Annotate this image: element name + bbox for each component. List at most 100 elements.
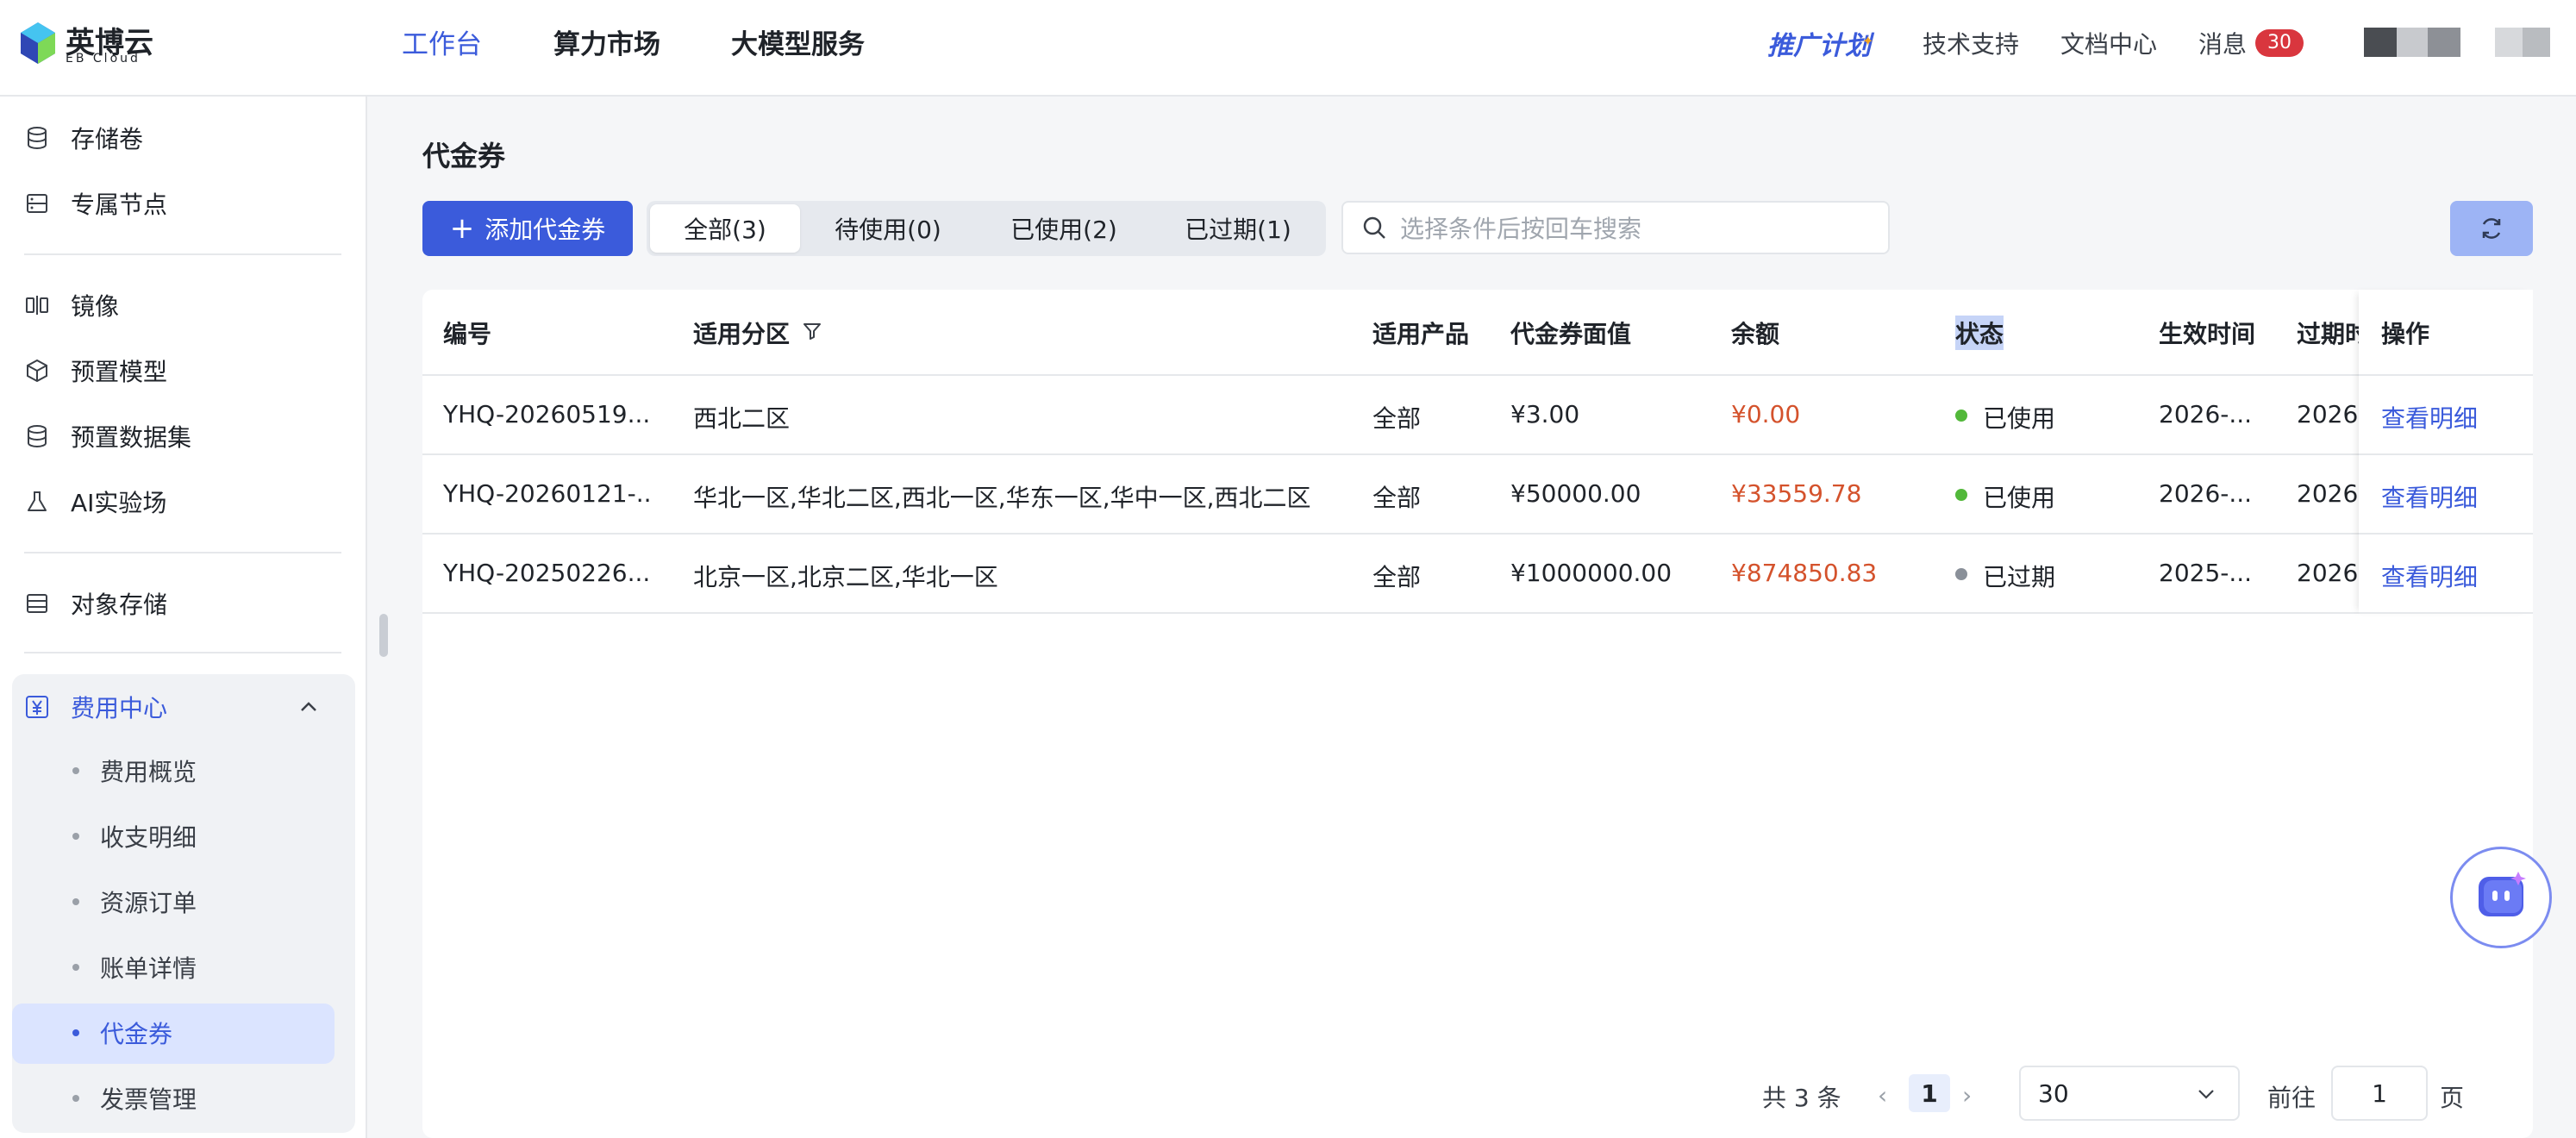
cell-status: 已使用 xyxy=(1983,484,2056,512)
cell-expire-time: 2026- xyxy=(2297,559,2359,587)
page-suffix: 页 xyxy=(2440,1084,2465,1112)
sidebar-item-label: 费用中心 xyxy=(71,694,168,722)
cube-icon xyxy=(27,359,47,383)
bullet-dot xyxy=(72,964,79,971)
page-number-button[interactable]: 1 xyxy=(1909,1074,1950,1112)
chevron-down-icon xyxy=(2198,1090,2214,1099)
sidebar-subitem-vouchers[interactable]: 代金券 xyxy=(72,1007,331,1059)
sidebar-subitem-label: 收支明细 xyxy=(100,823,197,852)
page-size-value: 30 xyxy=(2038,1079,2069,1108)
mirror-icon xyxy=(26,296,48,315)
sidebar-item-preset-datasets[interactable]: 预置数据集 xyxy=(24,410,343,462)
sidebar-subitem-transactions[interactable]: 收支明细 xyxy=(72,810,331,862)
goto-page-input[interactable] xyxy=(2331,1066,2428,1121)
sidebar-resize-handle[interactable] xyxy=(379,614,388,657)
page-title: 代金券 xyxy=(422,140,506,172)
sidebar-item-volumes[interactable]: 存储卷 xyxy=(24,112,343,164)
brand-name-en: EB Cloud xyxy=(66,52,141,66)
cell-regions: 华北一区,华北二区,西北一区,华东一区,华中一区,西北二区 xyxy=(693,484,1311,512)
view-details-link[interactable]: 查看明细 xyxy=(2381,479,2478,514)
messages-link[interactable]: 消息 xyxy=(2198,26,2247,60)
sidebar-item-fee-center[interactable]: 费用中心 xyxy=(24,681,335,733)
column-header-id: 编号 xyxy=(443,320,492,348)
database-icon xyxy=(28,425,47,448)
sidebar-item-label: AI实验场 xyxy=(71,489,167,517)
cell-product: 全部 xyxy=(1372,404,1422,433)
row-divider xyxy=(422,533,2533,535)
chevron-up-icon[interactable] xyxy=(297,695,321,719)
cell-id: YHQ-20260121-... xyxy=(443,479,650,508)
sidebar-subitem-label: 账单详情 xyxy=(100,954,197,983)
sidebar-item-label: 预置数据集 xyxy=(71,423,192,452)
column-header-expire-time: 过期时 xyxy=(2297,320,2359,348)
search-input[interactable] xyxy=(1398,204,1876,253)
tech-support-link[interactable]: 技术支持 xyxy=(1923,26,2019,60)
column-header-actions: 操作 xyxy=(2381,320,2430,348)
sidebar-item-ai-lab[interactable]: AI实验场 xyxy=(24,476,343,528)
column-header-regions: 适用分区 xyxy=(693,320,791,348)
user-avatar[interactable] xyxy=(2364,28,2460,57)
nav-compute-market[interactable]: 算力市场 xyxy=(553,22,660,61)
sidebar-item-label: 专属节点 xyxy=(71,191,168,219)
docs-center-link[interactable]: 文档中心 xyxy=(2060,26,2157,60)
database-icon xyxy=(28,127,47,150)
plus-icon: + xyxy=(449,211,475,246)
nav-llm-service[interactable]: 大模型服务 xyxy=(731,22,865,61)
sidebar-subitem-orders[interactable]: 资源订单 xyxy=(72,876,331,928)
add-voucher-label: 添加代金券 xyxy=(485,216,606,244)
header-divider xyxy=(2359,374,2533,376)
refresh-button[interactable] xyxy=(2450,201,2533,256)
storage-icon xyxy=(27,594,47,613)
cell-regions: 北京一区,北京二区,华北一区 xyxy=(693,563,998,591)
cell-start-time: 2025-... xyxy=(2159,559,2253,587)
cell-id: YHQ-20260519... xyxy=(443,400,650,428)
column-header-start-time: 生效时间 xyxy=(2159,320,2256,348)
bullet-dot xyxy=(72,898,79,905)
cell-expire-time: 2026- xyxy=(2297,479,2359,508)
sidebar-item-label: 存储卷 xyxy=(71,125,144,153)
status-dot-used xyxy=(1955,409,1967,425)
cell-face-value: ¥50000.00 xyxy=(1510,479,1641,508)
user-name-masked[interactable] xyxy=(2495,28,2550,57)
sidebar-item-images[interactable]: 镜像 xyxy=(24,279,343,331)
sidebar-divider xyxy=(24,253,341,255)
tab-pending[interactable]: 待使用(0) xyxy=(807,204,969,253)
cell-start-time: 2026-... xyxy=(2159,479,2253,508)
sidebar-item-dedicated-nodes[interactable]: 专属节点 xyxy=(24,178,343,229)
sidebar-subitem-invoices[interactable]: 发票管理 xyxy=(72,1072,331,1124)
search-icon xyxy=(1363,216,1385,239)
cell-status: 已使用 xyxy=(1983,404,2056,433)
row-divider xyxy=(422,612,2533,614)
sidebar-item-preset-models[interactable]: 预置模型 xyxy=(24,345,343,397)
cell-balance: ¥874850.83 xyxy=(1731,559,1878,587)
cell-product: 全部 xyxy=(1372,484,1422,512)
pagination-total: 共 3 条 xyxy=(1762,1084,1841,1112)
cell-regions: 西北二区 xyxy=(693,404,791,433)
bullet-dot xyxy=(72,833,79,840)
refresh-icon xyxy=(2482,218,2501,239)
brand-logo-icon[interactable] xyxy=(19,21,57,66)
row-divider xyxy=(422,453,2533,455)
bullet-dot xyxy=(72,767,79,774)
nav-workbench[interactable]: 工作台 xyxy=(402,22,482,61)
view-details-link[interactable]: 查看明细 xyxy=(2381,559,2478,593)
row-divider xyxy=(2359,453,2533,455)
view-details-link[interactable]: 查看明细 xyxy=(2381,400,2478,435)
next-page-icon[interactable]: › xyxy=(1962,1081,1972,1110)
tab-expired[interactable]: 已过期(1) xyxy=(1157,204,1319,253)
status-dot-expired xyxy=(1955,567,1967,584)
prev-page-icon[interactable]: ‹ xyxy=(1878,1081,1887,1110)
filter-icon[interactable] xyxy=(802,321,822,341)
column-header-face-value: 代金券面值 xyxy=(1510,320,1632,348)
add-voucher-button[interactable]: + 添加代金券 xyxy=(422,201,633,256)
sidebar-subitem-bill-details[interactable]: 账单详情 xyxy=(72,941,331,993)
tab-all[interactable]: 全部(3) xyxy=(650,204,800,253)
column-header-status: 状态 xyxy=(1955,316,2004,350)
ai-assistant-button[interactable] xyxy=(2450,847,2552,948)
promo-link[interactable]: 推广计划 xyxy=(1767,24,1871,62)
sidebar-item-object-storage[interactable]: 对象存储 xyxy=(24,578,343,629)
cell-product: 全部 xyxy=(1372,563,1422,591)
top-bar xyxy=(0,0,2576,97)
tab-used[interactable]: 已使用(2) xyxy=(983,204,1145,253)
sidebar-subitem-fee-overview[interactable]: 费用概览 xyxy=(72,745,331,797)
